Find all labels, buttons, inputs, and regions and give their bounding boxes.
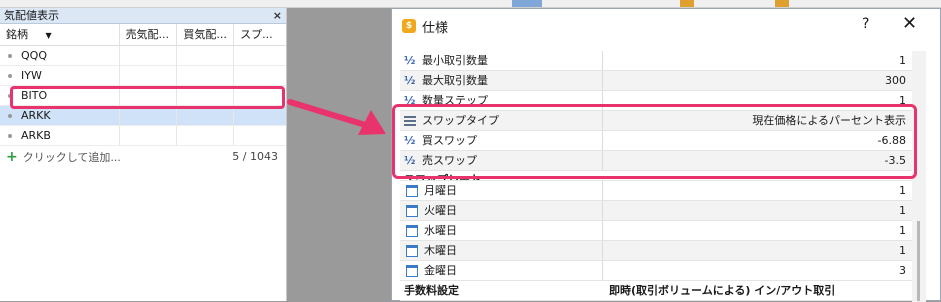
day-name: 水曜日 [424,223,457,237]
day-row[interactable]: 水曜日 1 [400,221,912,241]
symbol-name: IYW [21,69,42,82]
fee-group-label: 手数料設定 [404,283,459,297]
property-name: 最小取引数量 [422,53,488,67]
column-bid[interactable]: 売気配... [120,24,178,45]
day-row[interactable]: 金曜日 3 [400,261,912,281]
calendar-icon [406,204,418,217]
group-header-fees: 手数料設定 即時(取引ボリュームによる) イン/アウト取引 [400,281,912,301]
market-watch-header: 銘柄 ▼ 売気配... 買気配... スプ... [0,24,286,46]
sort-down-icon: ▼ [45,31,52,40]
property-value: 1 [899,54,906,67]
symbol-name: ARKK [21,109,51,122]
add-symbol-row[interactable]: + クリックして追加... 5 / 1043 [0,146,286,168]
column-ask[interactable]: 買気配... [177,24,235,45]
scrollbar-thumb[interactable] [917,221,920,301]
toolbar-icon[interactable] [680,0,694,7]
day-name: 木曜日 [424,243,457,257]
bullet-icon [8,54,12,58]
calendar-icon [406,264,418,277]
symbol-name: ARKB [21,129,51,142]
day-value: 1 [899,224,906,237]
day-value: 1 [899,184,906,197]
market-watch-panel: 気配値表示 × 銘柄 ▼ 売気配... 買気配... スプ... QQQ IYW… [0,8,287,301]
property-row[interactable]: ½ 最小取引数量 1 [400,51,912,71]
highlight-box-swap [392,104,917,179]
dialog-title: 仕様 [422,21,449,36]
day-value: 1 [899,204,906,217]
column-spread[interactable]: スプ... [234,24,286,45]
market-watch-title: 気配値表示 [4,9,59,22]
symbol-row[interactable]: ARKB [0,126,286,146]
dollar-icon: $ [402,19,416,33]
help-button[interactable]: ? [862,16,869,32]
dialog-title-bar: $ 仕様 ? ✕ [392,9,940,43]
arrow-shaft [287,99,375,130]
add-symbol-label: クリックして追加... [22,151,121,164]
column-symbol-label: 銘柄 [6,28,28,41]
half-icon: ½ [404,53,416,67]
close-icon[interactable]: × [273,8,282,24]
plus-icon: + [6,149,18,165]
column-symbol[interactable]: 銘柄 ▼ [0,24,120,45]
day-name: 火曜日 [424,203,457,217]
calendar-icon [406,184,418,197]
market-watch-title-bar: 気配値表示 × [0,8,286,24]
day-value: 1 [899,244,906,257]
highlight-box-bito [10,86,285,109]
day-row[interactable]: 木曜日 1 [400,241,912,261]
day-row[interactable]: 火曜日 1 [400,201,912,221]
symbol-name: QQQ [21,49,47,62]
day-value: 3 [899,264,906,277]
arrow-head [358,110,386,135]
half-icon: ½ [404,73,416,87]
calendar-icon [406,224,418,237]
property-name: 最大取引数量 [422,73,488,87]
property-row[interactable]: ½ 最大取引数量 300 [400,71,912,91]
bullet-icon [8,114,12,118]
day-name: 金曜日 [424,263,457,277]
close-button[interactable]: ✕ [902,13,917,34]
symbol-row-selected[interactable]: ARKK [0,106,286,126]
toolbar-button[interactable] [512,0,542,7]
toolbar-icon[interactable] [775,0,789,7]
top-toolbar [0,0,941,8]
symbol-count: 5 / 1043 [232,150,278,163]
day-name: 月曜日 [424,183,457,197]
fee-group-value: 即時(取引ボリュームによる) イン/アウト取引 [609,284,836,297]
symbol-row[interactable]: QQQ [0,46,286,66]
calendar-icon [406,244,418,257]
bullet-icon [8,134,12,138]
bullet-icon [8,74,12,78]
symbol-row[interactable]: IYW [0,66,286,86]
property-value: 300 [885,74,906,87]
day-row[interactable]: 月曜日 1 [400,181,912,201]
